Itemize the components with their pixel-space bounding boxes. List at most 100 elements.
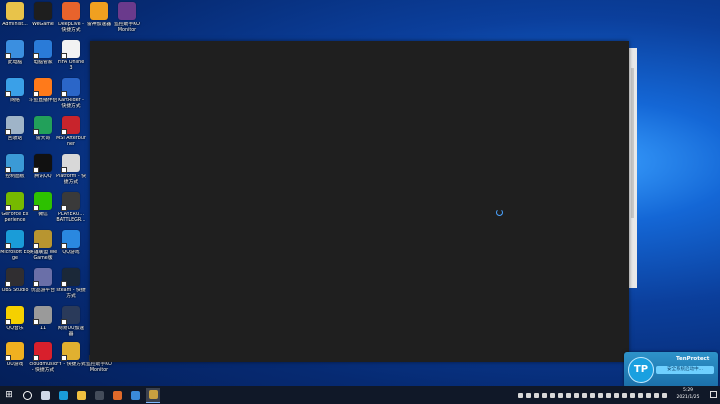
desktop-icon[interactable]: QQ游戏 — [57, 230, 85, 256]
app-icon — [33, 342, 52, 361]
desktop-icon-label: 11 — [39, 326, 47, 331]
app-icon — [5, 116, 24, 135]
tray-icon[interactable] — [533, 392, 539, 398]
desktop-icon[interactable]: DeepLive - 快捷方式 — [57, 2, 85, 33]
desktop-icon-label: DeepLive - 快捷方式 — [58, 22, 84, 33]
taskbar-app-2-button[interactable] — [110, 388, 124, 402]
desktop-icon[interactable]: FY - 快捷方式 — [56, 342, 86, 368]
shortcut-arrow-icon — [61, 167, 67, 173]
desktop-icon[interactable]: MSI Afterburner — [56, 116, 86, 147]
shortcut-arrow-icon — [33, 129, 39, 135]
taskbar-task-view-button[interactable] — [38, 388, 52, 402]
tray-icon[interactable] — [565, 392, 571, 398]
tray-icon[interactable] — [517, 392, 523, 398]
desktop-icon-label: 英雄联盟 WeGame版 — [28, 250, 58, 261]
app-icon — [33, 192, 52, 211]
tray-icon[interactable] — [661, 392, 667, 398]
desktop-icon[interactable]: 网易UU加速器 — [57, 306, 85, 337]
shortcut-arrow-icon — [33, 53, 39, 59]
start-button[interactable]: ⊞ — [2, 388, 16, 402]
desktop-icon[interactable]: KartRider - 快捷方式 — [57, 78, 85, 109]
desktop-icon[interactable]: 英雄联盟 WeGame版 — [29, 230, 57, 261]
tray-icon[interactable] — [637, 392, 643, 398]
desktop-icon[interactable]: 11 — [29, 306, 57, 332]
notification-center-icon[interactable] — [710, 391, 717, 398]
desktop-icon[interactable]: 控制面板 — [1, 154, 29, 180]
desktop-icon[interactable]: QQ音乐 — [1, 306, 29, 332]
tray-icon[interactable] — [645, 392, 651, 398]
desktop-icon-label: QQ音乐 — [6, 326, 24, 331]
app-icon — [33, 306, 52, 325]
desktop-icon[interactable]: PLAYERU... BATTLEGR... — [56, 192, 86, 223]
desktop-icon-label: FiFA Online 3 — [57, 60, 85, 71]
tray-icon[interactable] — [525, 392, 531, 398]
shortcut-arrow-icon — [33, 205, 39, 211]
desktop-icon-label: 网易UU加速器 — [57, 326, 85, 337]
loading-window[interactable] — [90, 41, 629, 362]
tray-icon[interactable] — [653, 392, 659, 398]
desktop-icon[interactable]: UU游戏 — [1, 342, 29, 368]
shortcut-arrow-icon — [5, 53, 11, 59]
desktop-icon[interactable]: Platform - 快捷方式 — [56, 154, 86, 185]
desktop-icon[interactable]: 回收站 — [1, 116, 29, 142]
desktop-icon[interactable]: 微信 — [29, 192, 57, 218]
tray-icon[interactable] — [605, 392, 611, 398]
app-icon — [61, 40, 80, 59]
tray-icon[interactable] — [629, 392, 635, 398]
windows-logo-icon: ⊞ — [5, 390, 13, 400]
background-window-edge[interactable] — [629, 48, 637, 288]
desktop-icon[interactable]: 腾讯QQ — [29, 154, 57, 180]
shortcut-arrow-icon — [61, 91, 67, 97]
desktop-icon[interactable]: cloudmusic - 快捷方式 — [29, 342, 57, 373]
tray-icon[interactable] — [549, 392, 555, 398]
desktop-icon-label: WeGame — [32, 22, 54, 27]
desktop-icon[interactable]: Microsoft Edge — [0, 230, 30, 261]
tenprotect-notification[interactable]: TP TenProtect 安全系统启动中... — [624, 352, 718, 388]
desktop-icon-label: 斗鱼直播伴侣 — [28, 98, 58, 103]
task-view-icon — [40, 390, 50, 400]
desktop-icon[interactable]: WeGame — [29, 2, 57, 28]
taskbar-search-button[interactable] — [20, 388, 34, 402]
tray-icon[interactable] — [621, 392, 627, 398]
shortcut-arrow-icon — [5, 281, 11, 287]
desktop-icon[interactable]: FiFA Online 3 — [57, 40, 85, 71]
desktop-icon[interactable]: 斗鱼直播伴侣 — [29, 78, 57, 104]
desktop-icon-label: 监控助手KO Monitor — [86, 362, 112, 373]
desktop-icon[interactable]: 此电脑 — [1, 40, 29, 66]
desktop-icon-label: Administ... — [2, 22, 28, 27]
app-1-icon — [94, 390, 104, 400]
tray-icon[interactable] — [541, 392, 547, 398]
desktop-icon[interactable]: 监控助手KO Monitor — [113, 2, 141, 33]
app-icon — [33, 268, 52, 287]
desktop-icon[interactable]: 网络 — [1, 78, 29, 104]
taskbar-app-4-button[interactable] — [146, 387, 160, 403]
tray-icon[interactable] — [589, 392, 595, 398]
app-icon — [5, 154, 24, 173]
shortcut-arrow-icon — [5, 355, 11, 361]
shortcut-arrow-icon — [33, 281, 39, 287]
app-icon — [61, 78, 80, 97]
desktop-icon[interactable]: 优品游平台 — [29, 268, 57, 294]
app-icon — [33, 40, 52, 59]
scrollbar[interactable] — [631, 68, 634, 218]
desktop-icon[interactable]: GeForce Experience — [1, 192, 29, 223]
desktop-icon[interactable]: 雷大哥 — [29, 116, 57, 142]
tray-icon[interactable] — [597, 392, 603, 398]
app-icon — [61, 342, 80, 361]
clock[interactable]: 5:29 2021/1/25 — [671, 388, 705, 401]
taskbar-edge-button[interactable] — [56, 388, 70, 402]
app-icon — [34, 2, 52, 20]
tray-icon[interactable] — [573, 392, 579, 398]
tray-icon[interactable] — [581, 392, 587, 398]
taskbar-app-1-button[interactable] — [92, 388, 106, 402]
taskbar-file-explorer-button[interactable] — [74, 388, 88, 402]
app-icon — [5, 40, 24, 59]
tray-icon[interactable] — [557, 392, 563, 398]
taskbar-app-3-button[interactable] — [128, 388, 142, 402]
desktop-icon[interactable]: steam - 快捷方式 — [56, 268, 86, 299]
desktop-icon[interactable]: 雷神加速器 — [85, 2, 113, 28]
tray-icon[interactable] — [613, 392, 619, 398]
desktop-icon[interactable]: Administ... — [1, 2, 29, 28]
desktop-icon[interactable]: OBS Studio — [1, 268, 29, 294]
desktop-icon[interactable]: 电脑管家 — [29, 40, 57, 66]
